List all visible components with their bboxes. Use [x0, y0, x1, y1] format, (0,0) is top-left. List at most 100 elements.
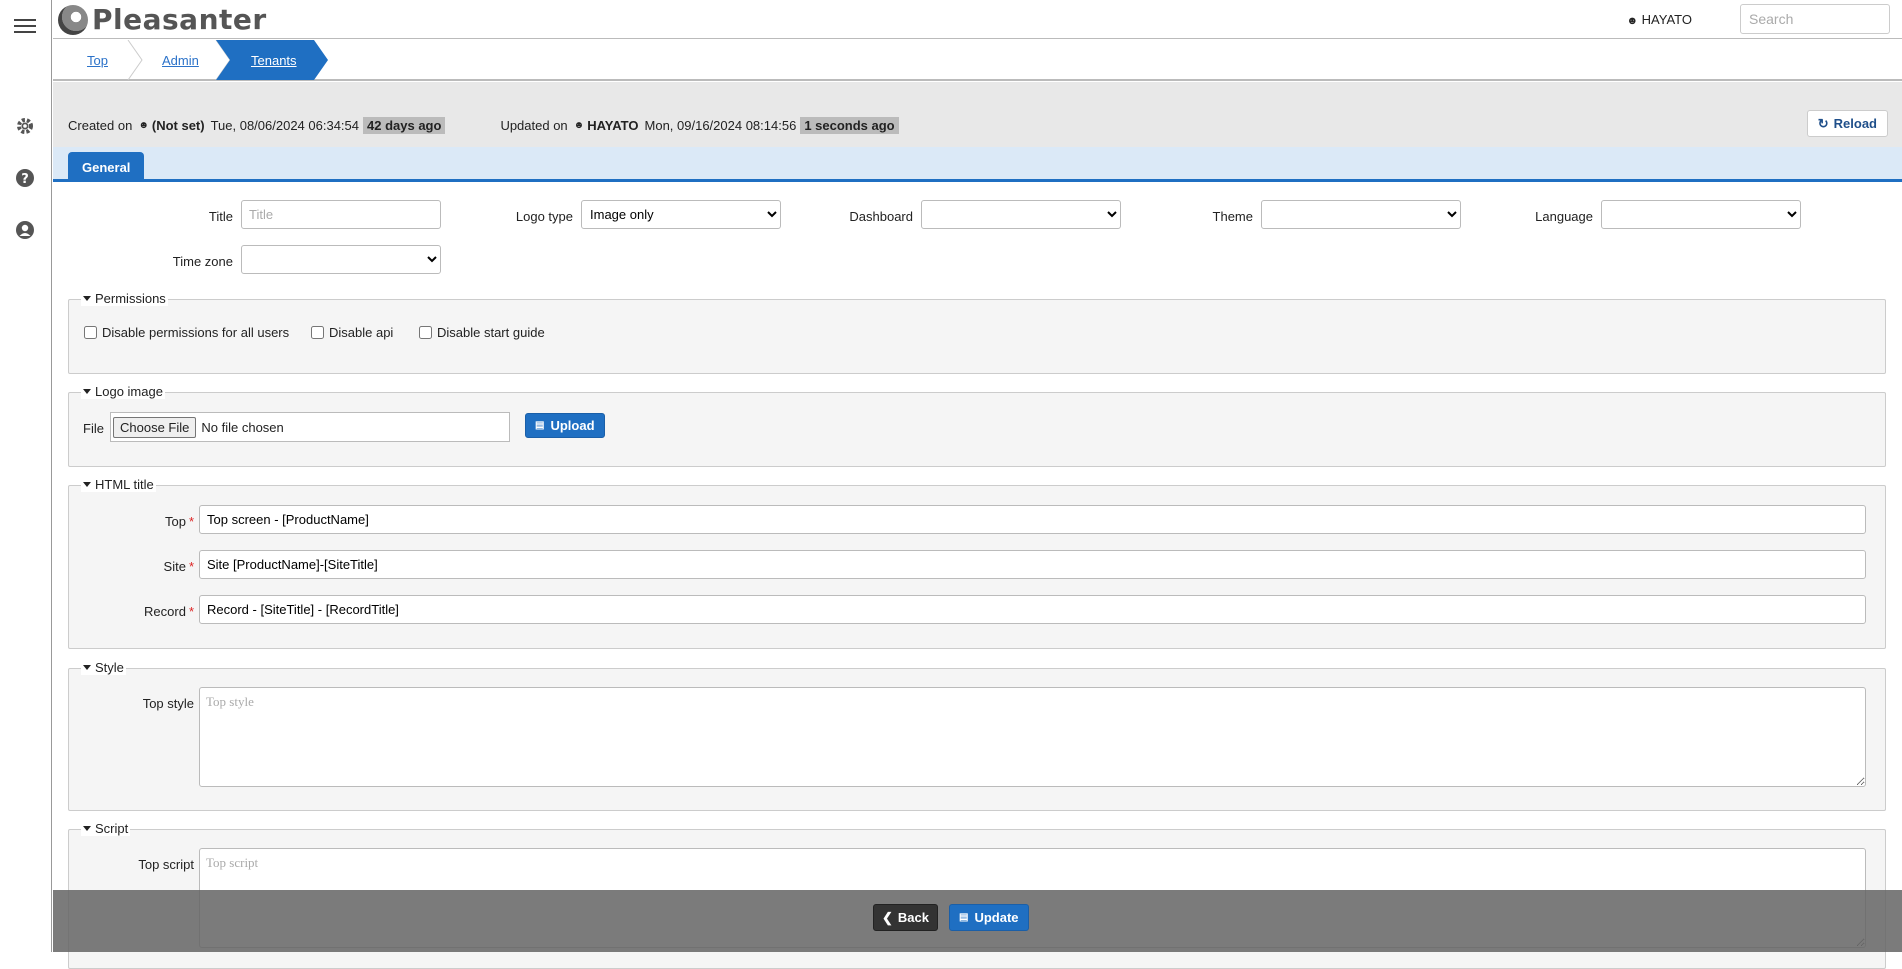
style-legend: Style — [95, 660, 124, 675]
update-button[interactable]: ▤ Update — [949, 904, 1029, 931]
html-title-site-label: Site * — [163, 559, 194, 574]
created-ago-badge: 42 days ago — [363, 117, 446, 134]
update-label: Update — [974, 910, 1019, 925]
updated-by: HAYATO — [587, 118, 639, 133]
user-icon: ☻ — [1626, 15, 1639, 27]
logo-type-select[interactable]: Image only — [581, 200, 781, 229]
search-input[interactable] — [1740, 4, 1890, 34]
disable-api-checkbox[interactable]: Disable api — [311, 325, 393, 340]
general-form: Title Logo type Image only Dashboard The… — [53, 182, 1902, 969]
disable-start-guide-checkbox[interactable]: Disable start guide — [419, 325, 545, 340]
html-title-toggle[interactable]: HTML title — [81, 477, 156, 492]
html-title-legend: HTML title — [95, 477, 154, 492]
reload-button[interactable]: ↻ Reload — [1806, 110, 1888, 137]
update-icon: ▤ — [959, 912, 969, 923]
logo-image-legend: Logo image — [95, 384, 163, 399]
upload-button[interactable]: ▤ Upload — [525, 413, 605, 438]
updated-at: Mon, 09/16/2024 08:14:56 — [644, 118, 797, 133]
created-label: Created on — [68, 118, 133, 133]
collapse-triangle-icon — [83, 482, 91, 487]
theme-select[interactable] — [1261, 200, 1461, 229]
footer-action-bar: ❮ Back ▤ Update — [53, 890, 1902, 952]
top-style-label: Top style — [142, 696, 194, 711]
breadcrumb-tenants[interactable]: Tenants — [251, 40, 297, 80]
title-label: Title — [208, 209, 233, 224]
dashboard-label: Dashboard — [849, 209, 913, 224]
disable-api-label: Disable api — [329, 325, 394, 340]
file-input[interactable]: Choose File No file chosen — [110, 412, 510, 442]
top-style-textarea[interactable] — [199, 687, 1866, 787]
style-toggle[interactable]: Style — [81, 660, 126, 675]
script-toggle[interactable]: Script — [81, 821, 131, 836]
html-title-record-input[interactable] — [199, 595, 1866, 624]
disable-permissions-checkbox[interactable]: Disable permissions for all users — [84, 325, 289, 340]
logo-image-section: Logo image File Choose File No file chos… — [68, 384, 1886, 467]
logo-image-toggle[interactable]: Logo image — [81, 384, 165, 399]
tab-bar: General — [53, 147, 1902, 182]
logo-type-label: Logo type — [515, 209, 573, 224]
title-input[interactable] — [241, 200, 441, 229]
html-title-section: HTML title Top* Site* Record* — [68, 477, 1886, 649]
collapse-triangle-icon — [83, 296, 91, 301]
back-icon: ❮ — [882, 909, 893, 925]
timezone-select[interactable] — [241, 245, 441, 274]
reload-icon: ↻ — [1817, 115, 1829, 131]
top-script-label: Top script — [138, 857, 194, 872]
top-header: Pleasanter ☻ HAYATO — [53, 0, 1902, 39]
updater-icon: ☻ — [573, 120, 585, 131]
updated-label: Updated on — [500, 118, 568, 133]
created-at: Tue, 08/06/2024 06:34:54 — [210, 118, 359, 133]
disable-permissions-label: Disable permissions for all users — [102, 325, 290, 340]
language-label: Language — [1535, 209, 1593, 224]
user-menu[interactable]: ☻ HAYATO — [1626, 12, 1692, 27]
upload-icon: ▤ — [535, 420, 545, 431]
hamburger-menu-icon[interactable] — [13, 14, 37, 38]
collapse-triangle-icon — [83, 665, 91, 670]
breadcrumb-admin[interactable]: Admin — [162, 40, 199, 80]
html-title-top-label: Top * — [164, 514, 194, 529]
collapse-triangle-icon — [83, 826, 91, 831]
collapse-triangle-icon — [83, 389, 91, 394]
help-icon[interactable]: ? — [13, 166, 37, 190]
breadcrumb-admin-link[interactable]: Admin — [162, 53, 199, 68]
updated-ago-badge: 1 seconds ago — [800, 117, 899, 134]
reload-label: Reload — [1833, 116, 1877, 131]
language-select[interactable] — [1601, 200, 1801, 229]
breadcrumb-tenants-link[interactable]: Tenants — [251, 53, 297, 68]
side-rail: ? — [0, 0, 52, 952]
upload-label: Upload — [550, 418, 595, 433]
svg-text:?: ? — [21, 172, 29, 187]
breadcrumb: Top Admin Tenants — [53, 40, 1902, 81]
disable-permissions-input[interactable] — [84, 326, 97, 339]
no-file-chosen-text: No file chosen — [201, 419, 284, 435]
permissions-toggle[interactable]: Permissions — [81, 291, 168, 306]
user-name: HAYATO — [1641, 12, 1692, 27]
file-label: File — [83, 421, 104, 436]
permissions-section: Permissions Disable permissions for all … — [68, 291, 1886, 374]
main-content: Created on ☻ (Not set) Tue, 08/06/2024 0… — [53, 82, 1902, 969]
style-section: Style Top style — [68, 660, 1886, 811]
dashboard-select[interactable] — [921, 200, 1121, 229]
disable-start-guide-input[interactable] — [419, 326, 432, 339]
disable-api-input[interactable] — [311, 326, 324, 339]
permissions-legend: Permissions — [95, 291, 166, 306]
back-button[interactable]: ❮ Back — [873, 904, 938, 931]
app-logo[interactable]: Pleasanter — [58, 3, 267, 36]
choose-file-button[interactable]: Choose File — [113, 416, 197, 438]
user-profile-icon[interactable] — [13, 218, 37, 242]
html-title-record-label: Record * — [144, 604, 194, 619]
theme-label: Theme — [1212, 209, 1253, 224]
creator-icon: ☻ — [138, 120, 149, 131]
created-by: (Not set) — [151, 118, 205, 133]
gear-icon[interactable] — [13, 114, 37, 138]
breadcrumb-top-link[interactable]: Top — [87, 53, 108, 68]
app-name: Pleasanter — [92, 3, 267, 36]
logo-mark-icon — [58, 4, 88, 35]
tab-general[interactable]: General — [68, 152, 145, 182]
html-title-top-input[interactable] — [199, 505, 1866, 534]
script-legend: Script — [95, 821, 129, 836]
disable-start-guide-label: Disable start guide — [437, 325, 545, 340]
breadcrumb-top[interactable]: Top — [87, 40, 108, 80]
timezone-label: Time zone — [172, 254, 233, 269]
html-title-site-input[interactable] — [199, 550, 1866, 579]
